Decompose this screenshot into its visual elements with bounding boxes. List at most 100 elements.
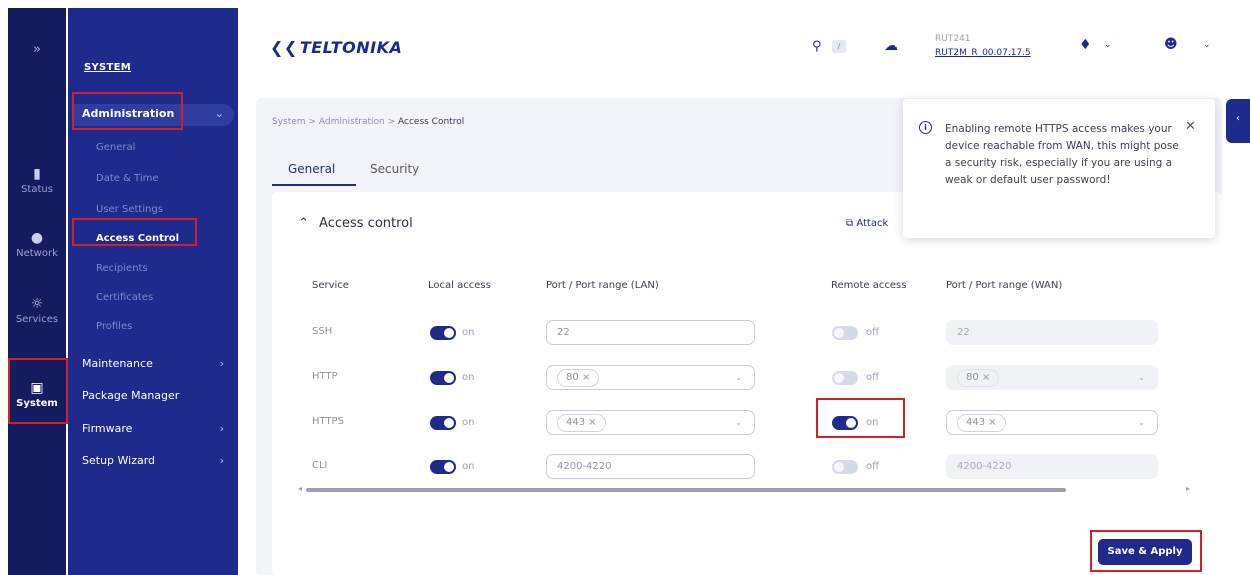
- search-shortcut-hint: /: [832, 40, 846, 53]
- breadcrumb-separator: >: [387, 117, 396, 127]
- wan-port-input-cli[interactable]: 4200-4220: [946, 454, 1158, 479]
- service-cli: CLI: [312, 460, 328, 471]
- local-access-toggle-ssh[interactable]: [430, 326, 456, 340]
- rail-label-status: Status: [21, 184, 53, 195]
- remote-access-toggle-http[interactable]: [832, 371, 858, 385]
- breadcrumb: System > Administration > Access Control: [272, 117, 464, 127]
- local-access-state-https: on: [462, 417, 475, 428]
- breadcrumb-system[interactable]: System: [272, 117, 306, 127]
- expand-rail-button[interactable]: »: [8, 42, 66, 57]
- highlight-remote-https: [816, 398, 905, 438]
- local-access-state-ssh: on: [462, 327, 475, 338]
- sidebar-sub-general[interactable]: General: [96, 142, 135, 153]
- chevron-right-icon: ›: [219, 357, 224, 370]
- column-header-lan-port: Port / Port range (LAN): [546, 280, 659, 291]
- sidebar-item-firmware[interactable]: Firmware: [82, 422, 132, 435]
- chevron-down-icon[interactable]: ⌄: [735, 366, 742, 389]
- sidebar-item-package-manager[interactable]: Package Manager: [82, 389, 179, 402]
- local-access-toggle-https[interactable]: [430, 416, 456, 430]
- section-title-text: Access control: [319, 216, 413, 231]
- lan-port-select-http[interactable]: 80 × ⌄: [546, 365, 755, 390]
- breadcrumb-administration[interactable]: Administration: [319, 117, 385, 127]
- tab-general[interactable]: General: [288, 162, 335, 176]
- teltonika-logo[interactable]: ❮❮ TELTONIKA: [270, 38, 402, 57]
- icon-rail: » ▮ Status ● Network ☼ Services ▣ System: [8, 8, 66, 575]
- sidebar-sub-profiles[interactable]: Profiles: [96, 321, 132, 332]
- side-panel-toggle[interactable]: ‹: [1226, 99, 1250, 143]
- column-header-wan-port: Port / Port range (WAN): [946, 280, 1063, 291]
- chevron-down-icon[interactable]: ⌄: [1203, 40, 1211, 50]
- remote-access-state-cli: off: [866, 461, 880, 472]
- highlight-save-button: [1090, 530, 1202, 572]
- chevron-down-icon[interactable]: ⌄: [735, 411, 742, 434]
- remote-access-toggle-cli[interactable]: [832, 460, 858, 474]
- cloud-icon[interactable]: ☁: [884, 38, 898, 54]
- lan-port-input-ssh[interactable]: 22: [546, 320, 755, 345]
- wan-port-select-http[interactable]: 80 × ⌄: [946, 365, 1158, 390]
- chevron-right-icon: ›: [219, 454, 224, 467]
- service-ssh: SSH: [312, 326, 333, 337]
- attach-link[interactable]: ⧉ Attack: [846, 218, 888, 229]
- close-icon[interactable]: ✕: [1185, 119, 1196, 134]
- highlight-administration: [72, 92, 183, 130]
- attach-link-text: Attack: [856, 218, 889, 229]
- sidebar-sub-recipients[interactable]: Recipients: [96, 263, 148, 274]
- bell-icon[interactable]: ♦: [1079, 37, 1092, 53]
- highlight-system-rail: [8, 358, 68, 424]
- sidebar-item-maintenance[interactable]: Maintenance: [82, 357, 153, 370]
- breadcrumb-current: Access Control: [398, 117, 465, 127]
- gear-icon: ☼: [30, 296, 44, 312]
- chevron-left-icon: ‹: [1236, 113, 1240, 124]
- rail-item-services[interactable]: ☼ Services: [8, 296, 66, 325]
- highlight-access-control: [72, 218, 197, 246]
- horizontal-scrollbar[interactable]: [306, 488, 1066, 492]
- sidebar-sub-date-time[interactable]: Date & Time: [96, 173, 159, 184]
- toast-message: Enabling remote HTTPS access makes your …: [945, 123, 1179, 186]
- sidebar-sub-certificates[interactable]: Certificates: [96, 292, 153, 303]
- local-access-toggle-cli[interactable]: [430, 460, 456, 474]
- chevron-down-icon[interactable]: ⌄: [1104, 40, 1112, 50]
- remote-access-state-http: off: [866, 372, 880, 383]
- sidebar-sub-user-settings[interactable]: User Settings: [96, 204, 163, 215]
- chevron-down-icon[interactable]: ⌄: [1138, 411, 1145, 434]
- user-menu-icon[interactable]: ☻: [1164, 37, 1178, 52]
- port-chip-http-lan[interactable]: 80 ×: [557, 369, 600, 387]
- chevron-down-icon: ⌄: [1138, 373, 1145, 382]
- section-title[interactable]: ⌃ Access control: [298, 216, 413, 231]
- warning-toast: i Enabling remote HTTPS access makes you…: [903, 99, 1215, 238]
- port-chip-https-wan[interactable]: 443 ×: [957, 414, 1006, 432]
- wan-port-select-https[interactable]: 443 × ⌄: [946, 410, 1158, 435]
- port-chip-https-lan[interactable]: 443 ×: [557, 414, 606, 432]
- column-header-local-access: Local access: [428, 280, 491, 291]
- local-access-toggle-http[interactable]: [430, 371, 456, 385]
- search-icon[interactable]: ⚲: [812, 39, 822, 54]
- sidebar-item-setup-wizard[interactable]: Setup Wizard: [82, 454, 155, 467]
- external-link-icon: ⧉: [846, 218, 854, 229]
- chevron-down-icon[interactable]: ⌄: [215, 107, 224, 120]
- tab-security[interactable]: Security: [370, 162, 419, 176]
- logo-mark-icon: ❮❮: [270, 38, 298, 57]
- info-icon: i: [919, 121, 932, 134]
- tab-active-indicator: [272, 184, 356, 186]
- rail-label-services: Services: [15, 314, 59, 325]
- globe-icon: ●: [30, 230, 44, 246]
- remote-access-toggle-ssh[interactable]: [832, 326, 858, 340]
- chevron-up-icon: ⌃: [298, 216, 309, 231]
- signal-icon: ▮: [33, 166, 41, 182]
- device-name: RUT241: [935, 34, 971, 44]
- rail-item-network[interactable]: ● Network: [8, 230, 66, 259]
- scroll-left-icon[interactable]: ◂: [298, 484, 302, 493]
- wan-port-input-ssh[interactable]: 22: [946, 320, 1158, 345]
- chevron-right-icon: ›: [219, 422, 224, 435]
- firmware-version-link[interactable]: RUT2M_R_00.07.17.5: [935, 48, 1031, 58]
- local-access-state-cli: on: [462, 461, 475, 472]
- rail-label-network: Network: [16, 248, 58, 259]
- remote-access-state-ssh: off: [866, 327, 880, 338]
- service-http: HTTP: [312, 371, 338, 382]
- scroll-right-icon[interactable]: ▸: [1186, 484, 1190, 493]
- service-https: HTTPS: [312, 416, 344, 427]
- rail-item-status[interactable]: ▮ Status: [8, 166, 66, 195]
- lan-port-select-https[interactable]: 443 × ⌄: [546, 410, 755, 435]
- lan-port-input-cli[interactable]: 4200-4220: [546, 454, 755, 479]
- sidebar-heading: SYSTEM: [84, 62, 132, 73]
